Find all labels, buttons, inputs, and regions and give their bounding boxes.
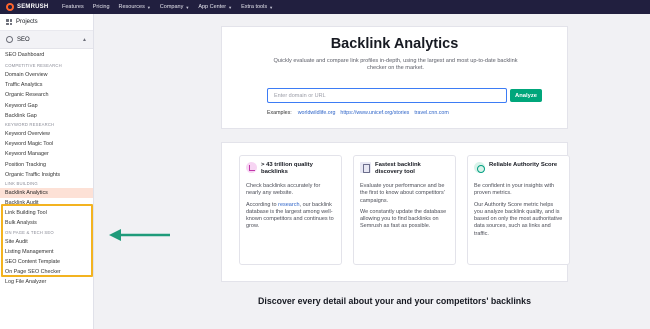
chart-icon — [246, 162, 257, 173]
sidebar-group-seo[interactable]: SEO ▲ — [0, 31, 93, 49]
chevron-down-icon: ▼ — [185, 4, 190, 10]
feature-text-part: Check backlinks accurately for nearly an… — [246, 183, 321, 197]
example-link[interactable]: worldwildlife.org — [298, 110, 336, 116]
research-link[interactable]: research — [278, 202, 299, 208]
backlink-analytics-hero: Backlink Analytics Quickly evaluate and … — [221, 26, 568, 129]
sidebar-item-keyword-overview[interactable]: Keyword Overview — [0, 129, 93, 139]
chevron-down-icon: ▼ — [269, 4, 274, 10]
features-panel: > 43 trillion quality backlinks Check bac… — [221, 142, 570, 282]
sidebar-item-position-tracking[interactable]: Position Tracking — [0, 160, 93, 170]
top-nav-label: Extra tools — [241, 4, 268, 10]
domain-search-input[interactable] — [267, 88, 507, 103]
sidebar-item-log-file-analyzer[interactable]: Log File Analyzer — [0, 277, 93, 287]
examples-row: Examples: worldwildlife.org https://www.u… — [267, 110, 449, 116]
sidebar-section-title: COMPETITIVE RESEARCH — [5, 63, 62, 68]
feature-text: Evaluate your performance and be the fir… — [360, 183, 449, 205]
sidebar-item-backlink-analytics[interactable]: Backlink Analytics — [0, 187, 93, 199]
feature-card: Fastest backlink discovery tool Evaluate … — [353, 155, 456, 265]
feature-text: Check backlinks accurately for nearly an… — [246, 183, 335, 198]
sidebar-item-backlink-gap[interactable]: Backlink Gap — [0, 111, 93, 121]
sidebar-item-organic-research[interactable]: Organic Research — [0, 90, 93, 100]
projects-icon — [6, 19, 12, 25]
sidebar-item-organic-traffic-insights[interactable]: Organic Traffic Insights — [0, 170, 93, 180]
feature-card-header: Fastest backlink discovery tool — [360, 162, 449, 181]
sidebar: Projects SEO ▲ SEO Dashboard COMPETITIVE… — [0, 14, 94, 329]
sidebar-item-keyword-manager[interactable]: Keyword Manager — [0, 149, 93, 159]
document-icon — [360, 162, 371, 173]
sidebar-item-traffic-analytics[interactable]: Traffic Analytics — [0, 80, 93, 90]
sidebar-item-keyword-magic-tool[interactable]: Keyword Magic Tool — [0, 139, 93, 149]
chevron-down-icon: ▼ — [146, 4, 151, 10]
feature-text: According to research, our backlink data… — [246, 202, 335, 231]
sidebar-item-keyword-gap[interactable]: Keyword Gap — [0, 101, 93, 111]
seo-icon — [6, 36, 13, 43]
semrush-logo[interactable]: SEMRUSH — [0, 3, 54, 11]
feature-text-part: Evaluate your performance and be the fir… — [360, 183, 445, 204]
sidebar-section-title: KEYWORD RESEARCH — [5, 121, 55, 127]
example-link[interactable]: https://www.unicef.org/stories — [340, 110, 409, 116]
sidebar-group-label: SEO — [17, 36, 30, 43]
top-nav-menu: Features Pricing Resources ▼ Company ▼ App Cen… — [62, 4, 273, 10]
sidebar-item-seo-dashboard[interactable]: SEO Dashboard — [0, 49, 93, 62]
top-nav-label: Features — [62, 4, 84, 10]
feature-text: We constantly update the database allowi… — [360, 209, 449, 231]
top-nav-company[interactable]: Company ▼ — [160, 4, 190, 10]
top-nav-resources[interactable]: Resources ▼ — [119, 4, 151, 10]
feature-text-part: According to — [246, 201, 279, 208]
feature-title: > 43 trillion quality backlinks — [261, 162, 313, 176]
feature-card: Reliable Authority Score Be confident in … — [467, 155, 570, 265]
annotation-arrow-icon — [109, 229, 170, 241]
page-subtitle: Quickly evaluate and compare link profil… — [273, 58, 518, 72]
sidebar-item-projects[interactable]: Projects — [0, 14, 93, 31]
feature-text: Be confident in your insights with prove… — [474, 183, 563, 198]
example-link[interactable]: travel.cnn.com — [414, 110, 448, 116]
page-title: Backlink Analytics — [330, 36, 459, 52]
sidebar-item-label: Projects — [16, 19, 38, 25]
feature-card: > 43 trillion quality backlinks Check bac… — [239, 155, 342, 265]
discover-heading: Discover every detail about your and you… — [258, 296, 531, 306]
feature-card-header: > 43 trillion quality backlinks — [246, 162, 335, 181]
logo-text: SEMRUSH — [17, 4, 49, 10]
feature-title: Fastest backlink discovery tool — [375, 162, 421, 176]
top-nav-label: Resources — [118, 4, 145, 10]
feature-text-part: Our Authority Score metric helps you ana… — [474, 201, 563, 237]
score-icon — [474, 162, 485, 173]
link-building-highlight-box — [1, 204, 93, 277]
chevron-down-icon: ▼ — [228, 4, 233, 10]
sidebar-item-domain-overview[interactable]: Domain Overview — [0, 70, 93, 80]
top-nav-label: App Center — [198, 4, 227, 10]
feature-title: Reliable Authority Score — [489, 162, 558, 168]
examples-label: Examples: — [267, 110, 292, 116]
feature-card-header: Reliable Authority Score — [474, 162, 563, 181]
top-nav-extra-tools[interactable]: Extra tools ▼ — [241, 4, 273, 10]
sidebar-section-title: LINK BUILDING — [5, 180, 38, 186]
top-nav-label: Company — [159, 4, 184, 10]
analyze-button[interactable]: Analyze — [510, 89, 542, 102]
top-navigation-bar: SEMRUSH Features Pricing Resources ▼ Company… — [0, 0, 650, 14]
chevron-up-icon: ▲ — [82, 36, 87, 43]
top-nav-app-center[interactable]: App Center ▼ — [198, 4, 232, 10]
feature-text-part: Be confident in your insights with prove… — [474, 183, 555, 197]
top-nav-features[interactable]: Features — [62, 4, 84, 10]
top-nav-label: Pricing — [92, 4, 110, 10]
feature-text: Our Authority Score metric helps you ana… — [474, 202, 563, 238]
semrush-logo-icon — [6, 3, 14, 11]
top-nav-pricing[interactable]: Pricing — [93, 4, 110, 10]
feature-text-part: We constantly update the database allowi… — [360, 208, 447, 230]
